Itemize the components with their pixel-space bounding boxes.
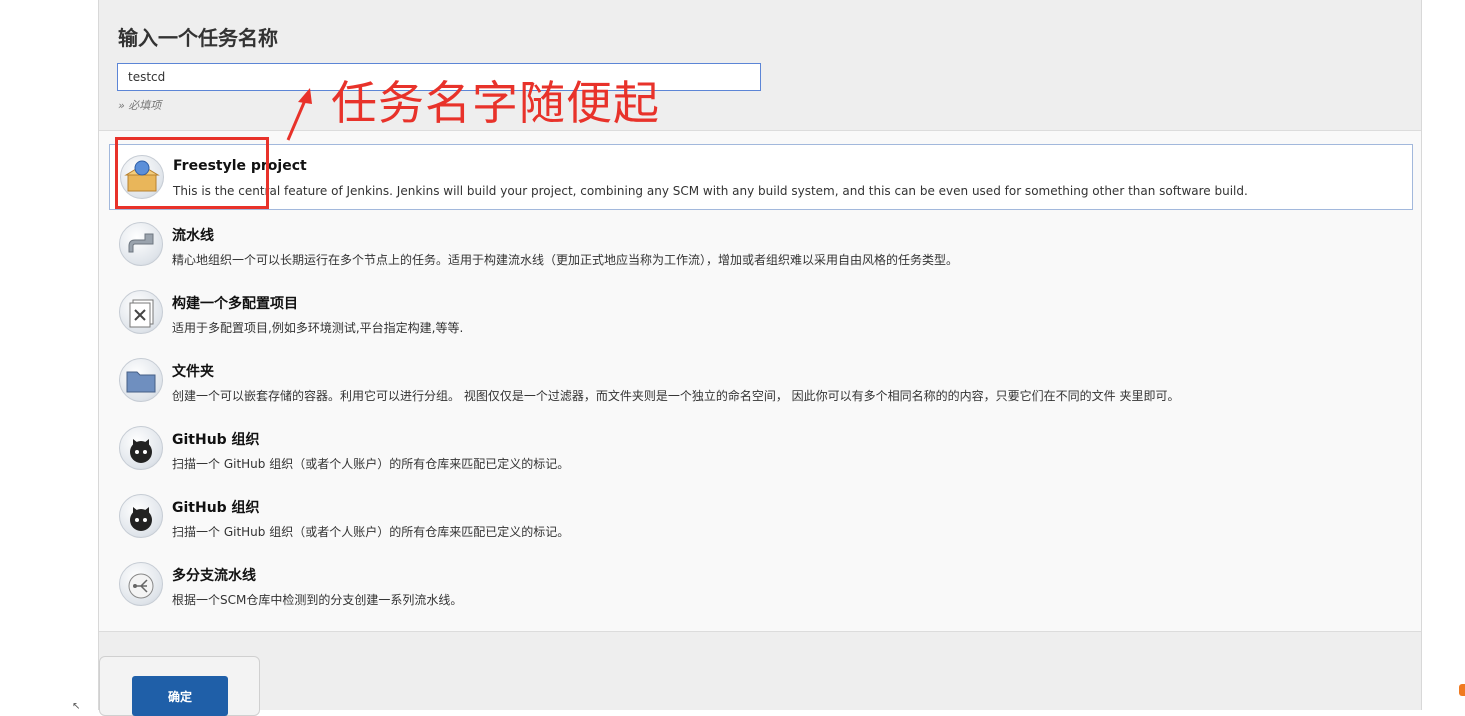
item-type-list: Freestyle project This is the central fe… (99, 130, 1421, 632)
page-title: 输入一个任务名称 (118, 26, 278, 50)
folder-icon (119, 358, 163, 402)
github-icon (119, 494, 163, 538)
item-type-github-org[interactable]: GitHub 组织 扫描一个 GitHub 组织（或者个人账户）的所有仓库来匹配… (109, 416, 1413, 482)
item-title: GitHub 组织 (172, 500, 260, 516)
item-title: 文件夹 (172, 364, 214, 380)
item-title: 构建一个多配置项目 (172, 296, 298, 312)
github-icon (119, 426, 163, 470)
multi-config-icon (119, 290, 163, 334)
item-type-pipeline[interactable]: 流水线 精心地组织一个可以长期运行在多个节点上的任务。适用于构建流水线（更加正式… (109, 212, 1413, 278)
item-type-freestyle[interactable]: Freestyle project This is the central fe… (109, 144, 1413, 210)
edge-indicator (1459, 684, 1465, 696)
item-description: 扫描一个 GitHub 组织（或者个人账户）的所有仓库来匹配已定义的标记。 (172, 525, 570, 539)
item-description: This is the central feature of Jenkins. … (173, 184, 1248, 198)
highlight-box-annotation (115, 137, 269, 209)
multibranch-icon (119, 562, 163, 606)
item-type-multibranch[interactable]: 多分支流水线 根据一个SCM仓库中检测到的分支创建一系列流水线。 (109, 552, 1413, 618)
item-type-folder[interactable]: 文件夹 创建一个可以嵌套存储的容器。利用它可以进行分组。 视图仅仅是一个过滤器，… (109, 348, 1413, 414)
item-title: 多分支流水线 (172, 568, 256, 584)
item-description: 适用于多配置项目,例如多环境测试,平台指定构建,等等. (172, 321, 464, 335)
annotation-arrow-icon (286, 88, 312, 141)
cursor-icon: ↖ (72, 701, 81, 712)
required-note: » 必填项 (118, 99, 162, 112)
item-type-github-org-2[interactable]: GitHub 组织 扫描一个 GitHub 组织（或者个人账户）的所有仓库来匹配… (109, 484, 1413, 550)
annotation-text: 任务名字随便起 (331, 76, 660, 130)
item-title: 流水线 (172, 228, 214, 244)
item-description: 创建一个可以嵌套存储的容器。利用它可以进行分组。 视图仅仅是一个过滤器，而文件夹… (172, 389, 1180, 403)
ok-button[interactable]: 确定 (132, 676, 228, 716)
item-type-multi-config[interactable]: 构建一个多配置项目 适用于多配置项目,例如多环境测试,平台指定构建,等等. (109, 280, 1413, 346)
item-title: GitHub 组织 (172, 432, 260, 448)
footer-bar: 确定 (99, 656, 260, 716)
item-description: 扫描一个 GitHub 组织（或者个人账户）的所有仓库来匹配已定义的标记。 (172, 457, 570, 471)
pipeline-icon (119, 222, 163, 266)
item-description: 精心地组织一个可以长期运行在多个节点上的任务。适用于构建流水线（更加正式地应当称… (172, 253, 959, 267)
item-description: 根据一个SCM仓库中检测到的分支创建一系列流水线。 (172, 593, 463, 607)
